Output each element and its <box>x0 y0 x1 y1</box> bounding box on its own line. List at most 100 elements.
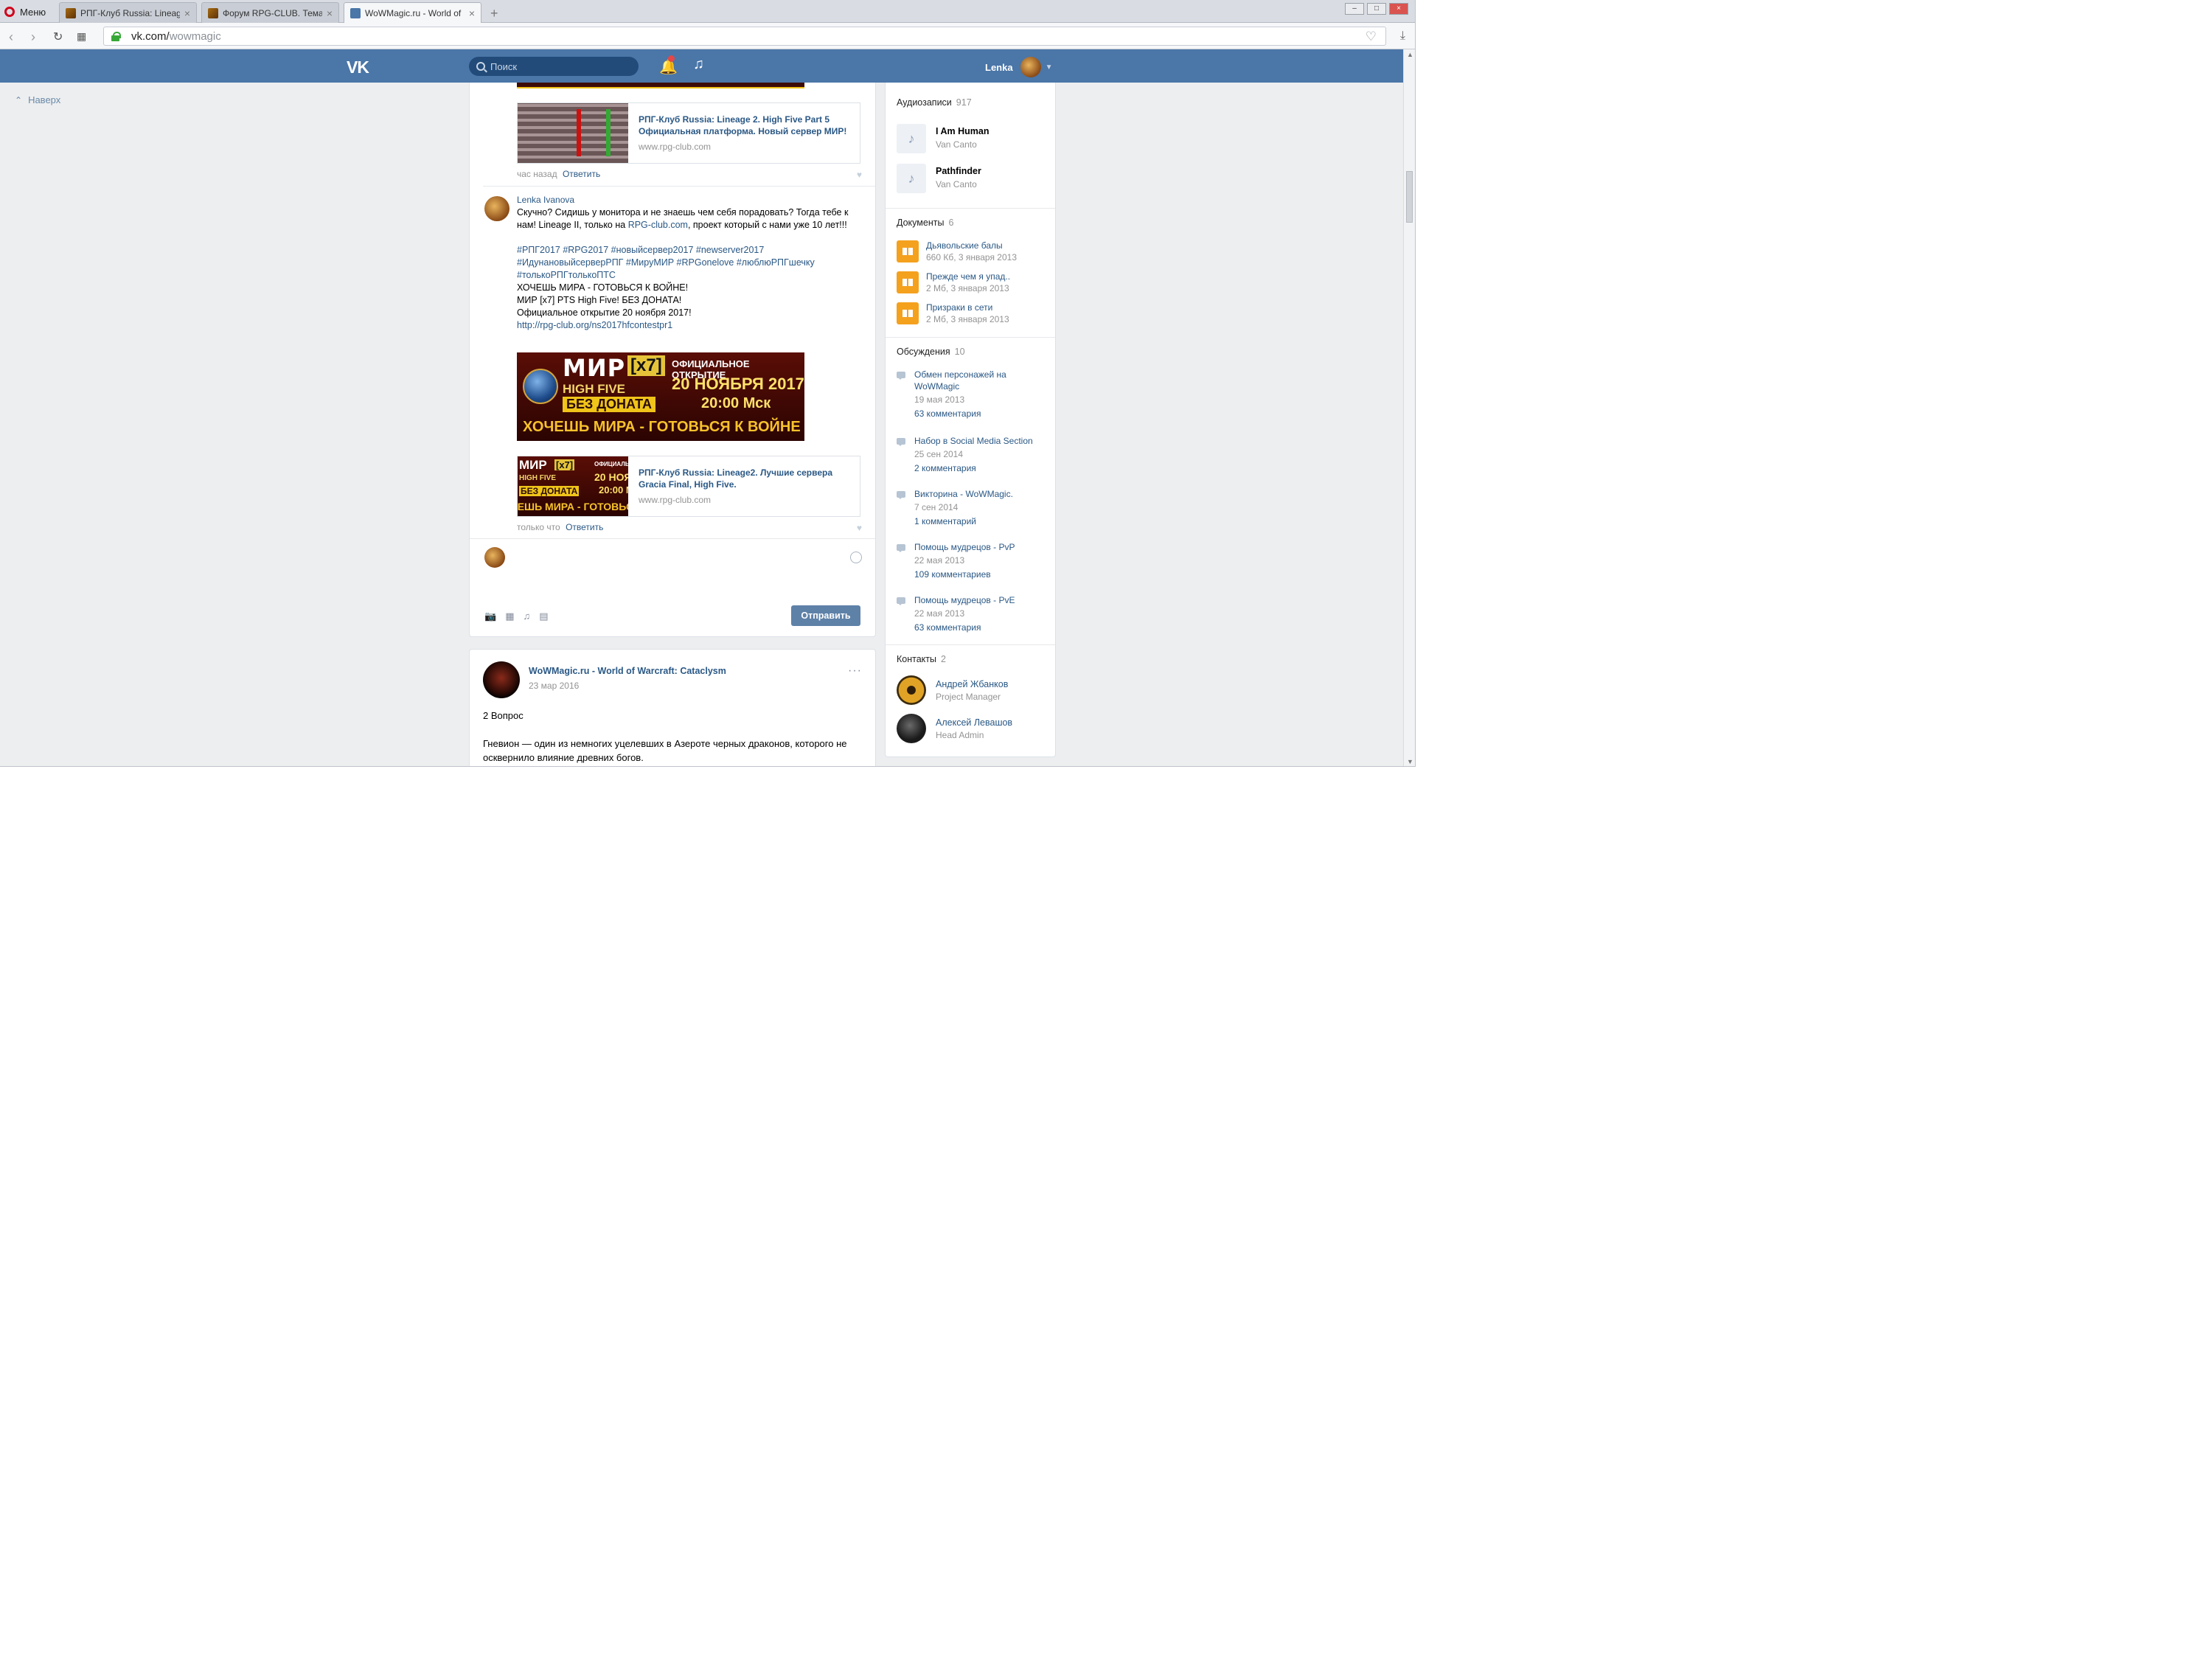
download-icon[interactable]: ⤓ <box>1400 29 1405 43</box>
document-item[interactable]: Дьявольские балы 660 Кб, 3 января 2013 <box>897 240 1017 262</box>
contact-item[interactable]: Андрей Жбанков Project Manager <box>897 675 1008 705</box>
like-heart-icon[interactable]: ♥ <box>857 523 862 533</box>
like-heart-icon[interactable]: ♥ <box>857 170 862 180</box>
discussion-comments[interactable]: 63 комментария <box>914 408 1044 419</box>
discussion-comments[interactable]: 1 комментарий <box>914 516 1013 526</box>
document-title[interactable]: Прежде чем я упад.. <box>926 271 1010 282</box>
link-card[interactable]: МИР [x7] HIGH FIVE ОФИЦИАЛЬНОЕ ОТКРЫТИЕ … <box>517 456 860 517</box>
avatar[interactable] <box>897 675 926 705</box>
discussion-title[interactable]: Набор в Social Media Section <box>914 435 1033 447</box>
send-button[interactable]: Отправить <box>791 605 860 626</box>
close-window-icon[interactable]: × <box>1389 3 1408 15</box>
music-note-icon[interactable]: ♪ <box>897 124 926 153</box>
reply-link[interactable]: Ответить <box>563 169 600 179</box>
lock-icon <box>111 31 121 41</box>
link-card-title[interactable]: РПГ-Клуб Russia: Lineage2. Лучшие сервер… <box>639 467 849 490</box>
discussion-item[interactable]: Помощь мудрецов - PvP 22 мая 2013 109 ко… <box>897 541 1044 580</box>
discussion-item[interactable]: Викторина - WoWMagic. 7 сен 2014 1 комме… <box>897 488 1044 526</box>
document-title[interactable]: Призраки в сети <box>926 302 1009 313</box>
comment-meta: только что Ответить <box>517 522 603 532</box>
contact-name[interactable]: Алексей Левашов <box>936 717 1012 728</box>
wall-comments-block: РПГ-Клуб Russia: Lineage 2. High Five Pa… <box>469 83 876 637</box>
minimize-icon[interactable]: – <box>1345 3 1364 15</box>
comment-bubble-icon <box>897 597 905 605</box>
close-tab-icon[interactable]: × <box>469 7 475 19</box>
comment-author[interactable]: Lenka Ivanova <box>517 195 574 205</box>
contact-item[interactable]: Алексей Левашов Head Admin <box>897 714 1012 743</box>
link-card-title[interactable]: РПГ-Клуб Russia: Lineage 2. High Five Pa… <box>639 114 849 137</box>
discussion-title[interactable]: Помощь мудрецов - PvE <box>914 594 1015 606</box>
scroll-up-icon[interactable]: ▲ <box>1407 51 1413 58</box>
url-path: wowmagic <box>169 29 221 43</box>
comment-url[interactable]: http://rpg-club.org/ns2017hfcontestpr1 <box>517 319 862 332</box>
audio-item[interactable]: ♪ I Am Human Van Canto <box>897 124 989 153</box>
discussion-comments[interactable]: 109 комментариев <box>914 569 1015 580</box>
reload-icon[interactable]: ↻ <box>53 29 63 44</box>
reply-link[interactable]: Ответить <box>566 522 603 532</box>
close-tab-icon[interactable]: × <box>184 7 190 19</box>
discussion-item[interactable]: Набор в Social Media Section 25 сен 2014… <box>897 435 1044 473</box>
page-scrollbar[interactable]: ▲ ▼ <box>1403 49 1415 766</box>
audio-section-header[interactable]: Аудиозаписи 917 <box>897 97 972 108</box>
speed-dial-icon[interactable]: ▦ <box>77 30 86 43</box>
document-icon[interactable]: ▤ <box>539 611 548 622</box>
avatar[interactable] <box>897 714 926 743</box>
scrollbar-thumb[interactable] <box>1406 171 1413 223</box>
forward-icon[interactable]: › <box>31 29 35 45</box>
previous-banner-bottom <box>517 83 804 88</box>
more-options-icon[interactable]: ··· <box>848 664 862 678</box>
emoji-icon[interactable] <box>850 552 862 563</box>
maximize-icon[interactable]: □ <box>1367 3 1386 15</box>
discussion-comments[interactable]: 2 комментария <box>914 463 1033 473</box>
hashtags[interactable]: #РПГ2017 #RPG2017 #новыйсервер2017 #news… <box>517 244 862 282</box>
discussions-section-header[interactable]: Обсуждения 10 <box>897 347 965 357</box>
audio-item[interactable]: ♪ Pathfinder Van Canto <box>897 164 981 193</box>
url-domain: vk.com/ <box>131 29 170 43</box>
opera-menu-button[interactable]: Меню <box>4 4 46 19</box>
document-item[interactable]: Призраки в сети 2 Мб, 3 января 2013 <box>897 302 1009 324</box>
discussion-title[interactable]: Помощь мудрецов - PvP <box>914 541 1015 553</box>
bookmark-heart-icon[interactable]: ♡ <box>1366 29 1377 44</box>
tab-rpg-forum[interactable]: Форум RPG-CLUB. Тема × <box>201 2 339 23</box>
post-date[interactable]: 23 мар 2016 <box>529 681 579 691</box>
back-icon[interactable]: ‹ <box>9 29 13 45</box>
community-avatar[interactable] <box>483 661 520 698</box>
audio-icon[interactable]: ♫ <box>523 611 530 622</box>
contacts-section-header[interactable]: Контакты 2 <box>897 654 946 664</box>
tab-wowmagic[interactable]: WoWMagic.ru - World of × <box>344 2 481 23</box>
scroll-down-icon[interactable]: ▼ <box>1407 758 1413 765</box>
new-tab-button[interactable]: + <box>490 6 498 21</box>
music-note-icon[interactable]: ♪ <box>897 164 926 193</box>
chevron-down-icon: ▼ <box>1045 63 1053 72</box>
discussion-comments[interactable]: 63 комментария <box>914 622 1015 633</box>
discussion-item[interactable]: Обмен персонажей на WoWMagic 19 мая 2013… <box>897 369 1044 419</box>
discussion-title[interactable]: Викторина - WoWMagic. <box>914 488 1013 500</box>
close-tab-icon[interactable]: × <box>327 7 333 19</box>
search-input[interactable]: Поиск <box>469 57 639 76</box>
audio-artist[interactable]: Van Canto <box>936 179 981 189</box>
post-author[interactable]: WoWMagic.ru - World of Warcraft: Catacly… <box>529 666 726 676</box>
contact-name[interactable]: Андрей Жбанков <box>936 679 1008 689</box>
document-item[interactable]: Прежде чем я упад.. 2 Мб, 3 января 2013 <box>897 271 1010 293</box>
url-field[interactable]: vk.com/wowmagic ♡ <box>103 27 1386 46</box>
tab-rpg-club[interactable]: РПГ-Клуб Russia: Lineage 2 × <box>59 2 197 23</box>
to-top-link[interactable]: ⌃ Наверх <box>15 94 60 105</box>
vk-logo[interactable]: VK <box>347 58 369 77</box>
user-menu[interactable]: Lenka ▼ <box>985 57 1052 77</box>
comment-line: ХОЧЕШЬ МИРА - ГОТОВЬСЯ К ВОЙНЕ! <box>517 282 689 293</box>
inline-link[interactable]: RPG-club.com <box>628 220 688 230</box>
docs-section-header[interactable]: Документы 6 <box>897 218 953 228</box>
comment-text-part: , проект который с нами уже 10 лет!!! <box>687 220 847 230</box>
music-icon[interactable]: ♫ <box>693 56 704 73</box>
notifications-bell-icon[interactable]: 🔔 <box>659 55 678 76</box>
comment-author-avatar[interactable] <box>484 196 509 221</box>
discussion-title[interactable]: Обмен персонажей на WoWMagic <box>914 369 1044 392</box>
thumb-date: 20 НОЯБРЯ 2017 <box>594 471 628 483</box>
promo-banner-image[interactable]: МИР [x7] HIGH FIVE ОФИЦИАЛЬНОЕ ОТКРЫТИЕ … <box>517 352 804 441</box>
audio-artist[interactable]: Van Canto <box>936 139 989 150</box>
document-title[interactable]: Дьявольские балы <box>926 240 1017 251</box>
link-card[interactable]: РПГ-Клуб Russia: Lineage 2. High Five Pa… <box>517 102 860 164</box>
discussion-item[interactable]: Помощь мудрецов - PvE 22 мая 2013 63 ком… <box>897 594 1044 633</box>
video-icon[interactable]: ▦ <box>505 611 514 622</box>
camera-icon[interactable]: 📷 <box>484 611 496 622</box>
